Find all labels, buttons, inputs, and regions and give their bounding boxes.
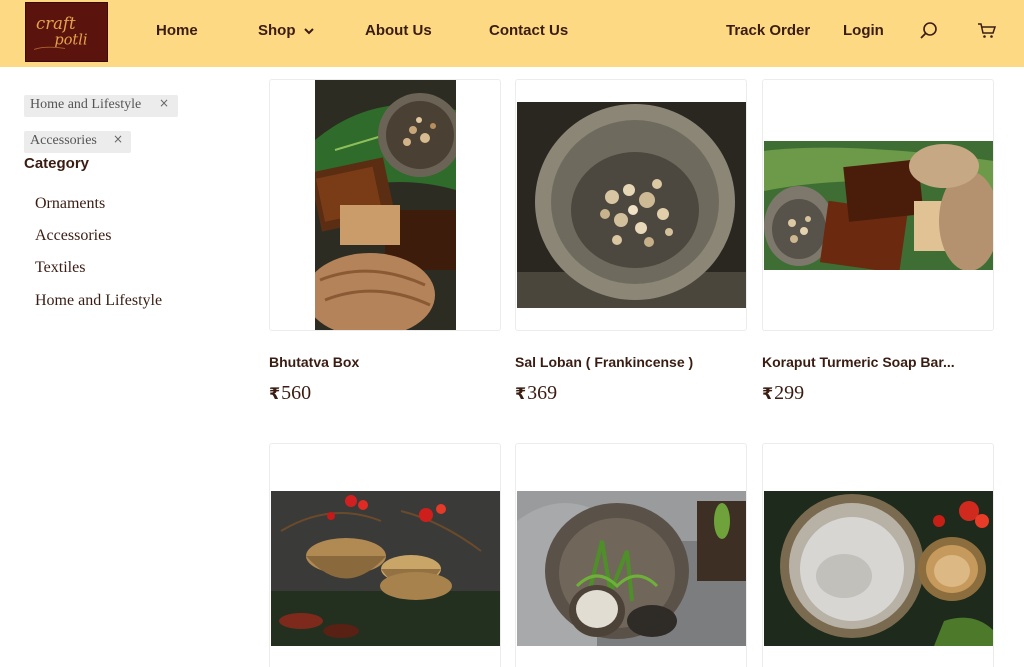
product-card[interactable] — [762, 79, 994, 331]
product-name[interactable]: Koraput Turmeric Soap Bar... — [762, 354, 955, 370]
price-value: 560 — [281, 382, 312, 404]
price-value: 369 — [527, 382, 558, 404]
category-item-accessories[interactable]: Accessories — [35, 227, 111, 245]
product-image — [764, 141, 993, 270]
price-value: 299 — [774, 382, 805, 404]
product-image — [517, 102, 746, 308]
nav-about-link[interactable]: About Us — [365, 22, 432, 39]
nav-track-order-link[interactable]: Track Order — [726, 22, 810, 39]
nav-contact-link[interactable]: Contact Us — [489, 22, 568, 39]
nav-home-link[interactable]: Home — [156, 22, 198, 39]
product-name[interactable]: Bhutatva Box — [269, 354, 359, 370]
category-item-ornaments[interactable]: Ornaments — [35, 195, 105, 213]
product-image — [271, 491, 500, 646]
product-price: ₹299 — [762, 382, 804, 405]
filter-chip-label: Accessories — [30, 133, 97, 148]
category-item-textiles[interactable]: Textiles — [35, 259, 85, 277]
nav-login-link[interactable]: Login — [843, 22, 884, 39]
product-card[interactable] — [515, 443, 747, 667]
chevron-down-icon — [303, 28, 314, 35]
cart-icon[interactable] — [976, 20, 998, 42]
nav-shop-label: Shop — [258, 22, 296, 39]
product-image — [315, 80, 456, 330]
logo-icon: craft potli — [33, 14, 88, 50]
remove-filter-icon[interactable]: × — [159, 96, 169, 110]
product-image — [764, 491, 993, 646]
active-filter-chip: Accessories × — [24, 131, 131, 153]
product-card[interactable] — [269, 79, 501, 331]
category-item-home-and-lifestyle[interactable]: Home and Lifestyle — [35, 292, 162, 310]
svg-text:potli: potli — [54, 33, 87, 49]
svg-text:craft: craft — [36, 14, 76, 33]
rupee-icon: ₹ — [269, 384, 281, 403]
product-card[interactable] — [762, 443, 994, 667]
product-name[interactable]: Sal Loban ( Frankincense ) — [515, 354, 693, 370]
nav-shop-link[interactable]: Shop — [258, 22, 315, 39]
category-heading: Category — [24, 155, 90, 172]
top-nav-bar: craft potli Home Shop About Us Contact U… — [0, 0, 1024, 67]
product-price: ₹560 — [269, 382, 311, 405]
search-icon[interactable] — [918, 20, 940, 42]
remove-filter-icon[interactable]: × — [113, 132, 123, 146]
product-price: ₹369 — [515, 382, 557, 405]
product-card[interactable] — [269, 443, 501, 667]
product-image — [517, 491, 746, 646]
rupee-icon: ₹ — [762, 384, 774, 403]
rupee-icon: ₹ — [515, 384, 527, 403]
filter-chip-label: Home and Lifestyle — [30, 97, 142, 112]
product-card[interactable] — [515, 79, 747, 331]
active-filter-chip: Home and Lifestyle × — [24, 95, 178, 117]
craft-potli-logo[interactable]: craft potli — [25, 2, 108, 62]
